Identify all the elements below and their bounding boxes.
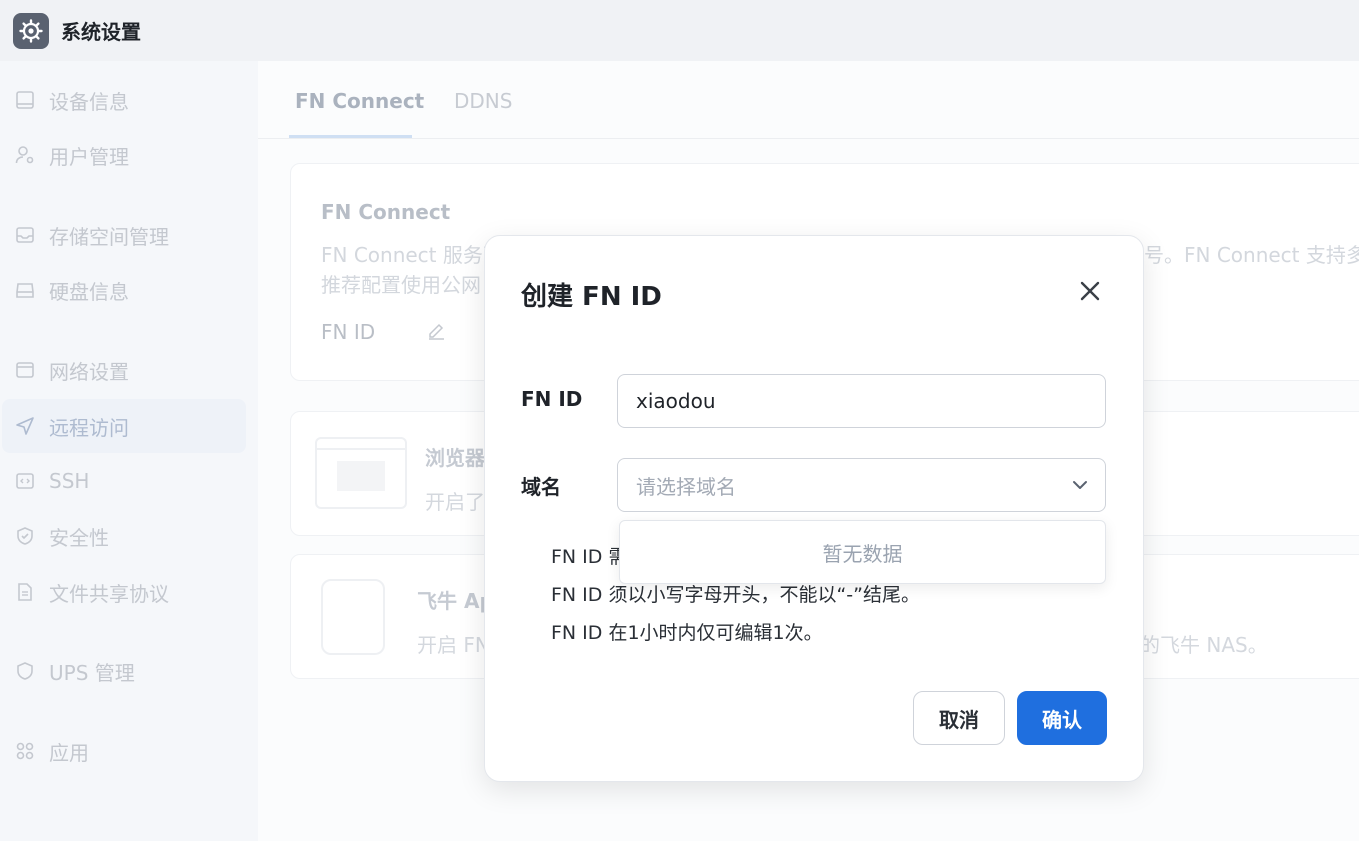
- sidebar-item-label: 远程访问: [49, 415, 129, 440]
- chevron-down-icon: [1069, 474, 1091, 496]
- sidebar-item-label: 存储空间管理: [49, 224, 169, 249]
- sidebar-item-label: UPS 管理: [49, 660, 135, 685]
- fn-id-label: FN ID: [321, 320, 376, 344]
- sidebar-item-disk-info[interactable]: 硬盘信息: [2, 263, 246, 317]
- domain-select[interactable]: 请选择域名: [617, 458, 1106, 512]
- sidebar-item-label: 用户管理: [49, 144, 129, 169]
- sidebar-item-ups[interactable]: UPS 管理: [2, 644, 246, 698]
- active-tab-indicator: [289, 135, 412, 138]
- sidebar-item-label: 设备信息: [49, 89, 129, 114]
- tab-ddns[interactable]: DDNS: [454, 89, 512, 113]
- sidebar-item-network[interactable]: 网络设置: [2, 343, 246, 397]
- card-desc-line1-tail: 号。FN Connect 支持多种: [1144, 243, 1359, 267]
- browser-card-desc: 开启了: [425, 490, 485, 514]
- browser-icon: [315, 437, 407, 509]
- monitor-icon: [14, 89, 36, 111]
- domain-dropdown-empty: 暂无数据: [619, 520, 1106, 584]
- app-card-desc: 开启 FN: [417, 633, 490, 657]
- domain-placeholder: 请选择域名: [636, 474, 736, 499]
- hard-drive-icon: [14, 279, 36, 301]
- shield-check-icon: [14, 525, 36, 547]
- document-icon: [14, 581, 36, 603]
- sidebar-item-apps[interactable]: 应用: [2, 724, 246, 778]
- sidebar-item-label: 应用: [49, 740, 89, 765]
- edit-icon[interactable]: [425, 319, 447, 341]
- apps-grid-icon: [14, 740, 36, 762]
- sidebar-item-security[interactable]: 安全性: [2, 509, 246, 563]
- phone-icon: [321, 579, 385, 655]
- dialog-title: 创建 FN ID: [521, 282, 662, 312]
- app-title: 系统设置: [61, 20, 141, 44]
- card-desc-line1: FN Connect 服务可: [321, 243, 503, 267]
- sidebar-item-storage[interactable]: 存储空间管理: [2, 208, 246, 262]
- sidebar-item-device-info[interactable]: 设备信息: [2, 73, 246, 127]
- sidebar-item-user-management[interactable]: 用户管理: [2, 128, 246, 182]
- sidebar-item-label: 硬盘信息: [49, 279, 129, 304]
- app-card-desc-tail: 的飞牛 NAS。: [1140, 633, 1268, 657]
- cancel-button[interactable]: 取消: [913, 691, 1005, 745]
- sidebar-item-label: 文件共享协议: [49, 581, 169, 606]
- sidebar-item-file-sharing[interactable]: 文件共享协议: [2, 565, 246, 619]
- hint-line: FN ID 须以小写字母开头，不能以“-”结尾。: [551, 584, 920, 606]
- sidebar-item-remote-access[interactable]: 远程访问: [2, 399, 246, 453]
- confirm-button[interactable]: 确认: [1017, 691, 1107, 745]
- fn-id-field-label: FN ID: [521, 387, 583, 411]
- shield-icon: [14, 660, 36, 682]
- tab-bar: FN Connect DDNS: [258, 61, 1359, 139]
- hint-line: FN ID 需: [551, 546, 628, 568]
- sidebar-item-label: 网络设置: [49, 359, 129, 384]
- app-card-title: 飞牛 Ap: [417, 589, 494, 613]
- domain-field-label: 域名: [521, 475, 561, 499]
- sidebar-item-label: SSH: [49, 469, 90, 493]
- hint-line: FN ID 在1小时内仅可编辑1次。: [551, 622, 823, 644]
- sidebar-item-label: 安全性: [49, 525, 109, 550]
- card-title: FN Connect: [321, 200, 451, 224]
- send-icon: [14, 415, 36, 437]
- card-desc-line2: 推荐配置使用公网: [321, 273, 481, 297]
- gear-icon: [13, 12, 49, 49]
- window-icon: [14, 359, 36, 381]
- title-bar: 系统设置: [0, 0, 1359, 61]
- close-icon[interactable]: [1075, 276, 1105, 306]
- tab-fn-connect[interactable]: FN Connect: [295, 89, 424, 113]
- inbox-icon: [14, 224, 36, 246]
- sidebar-item-ssh[interactable]: SSH: [2, 454, 246, 508]
- browser-card-title: 浏览器: [425, 446, 485, 470]
- sidebar: 设备信息 用户管理 存储空间管理 硬盘信息 网络设置 远程访问 SSH 安全性 …: [0, 61, 258, 841]
- code-icon: [14, 470, 36, 492]
- fn-id-input[interactable]: [617, 374, 1106, 428]
- create-fn-id-dialog: 创建 FN ID FN ID 域名 请选择域名 暂无数据 FN ID 需 FN …: [484, 235, 1144, 782]
- user-gear-icon: [14, 144, 36, 166]
